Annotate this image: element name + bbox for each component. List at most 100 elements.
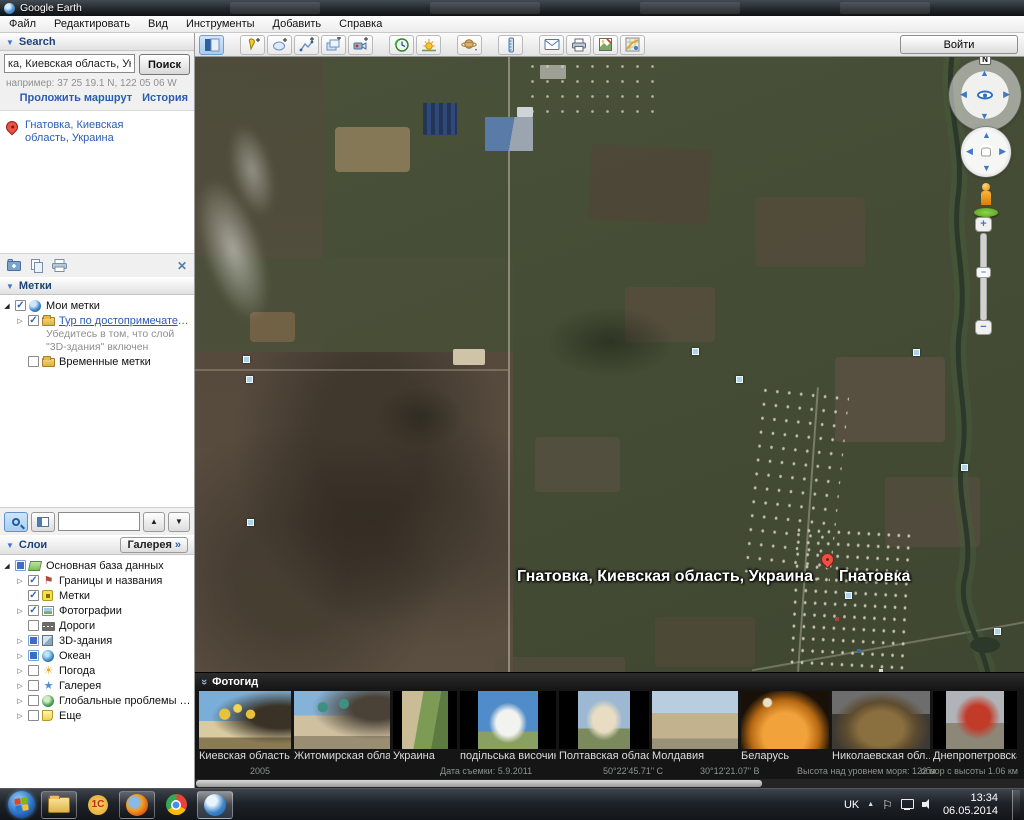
photo-label[interactable]: Житомирская обла... (294, 750, 390, 765)
previous-result-button[interactable]: ▲ (143, 512, 165, 532)
look-left-arrow-icon[interactable]: ◀ (960, 90, 967, 99)
tour-link[interactable]: Тур по достопримечательнос (59, 315, 194, 327)
print-icon[interactable] (52, 259, 67, 272)
layer-row-ocean[interactable]: ▷ Океан (2, 648, 194, 663)
layer-label[interactable]: Еще (59, 710, 81, 722)
layer-row-3d-buildings[interactable]: ▷ 3D-здания (2, 633, 194, 648)
photo-icon[interactable] (961, 464, 968, 471)
taskbar-clock[interactable]: 13:34 06.05.2014 (943, 792, 998, 818)
sign-in-button[interactable]: Войти (900, 35, 1018, 54)
photo-label[interactable]: Беларусь (741, 750, 829, 765)
move-left-arrow-icon[interactable]: ◀ (966, 147, 973, 156)
network-icon[interactable] (901, 799, 914, 810)
photo-thumbnail[interactable] (559, 691, 649, 749)
toggle-sidebar-button[interactable] (199, 35, 224, 55)
expander-icon[interactable]: ▷ (15, 652, 25, 660)
layer-row-gallery[interactable]: ▷ ★ Галерея (2, 678, 194, 693)
expander-icon[interactable]: ▷ (15, 712, 25, 720)
expander-icon[interactable]: ◢ (2, 562, 12, 570)
tree-label[interactable]: Временные метки (59, 356, 151, 368)
collapse-triangle-icon[interactable]: ▼ (6, 282, 14, 291)
checkbox-roads[interactable] (28, 620, 39, 631)
expander-icon[interactable]: ◢ (2, 302, 12, 310)
expander-icon[interactable]: ▷ (15, 607, 25, 615)
checkbox-more[interactable] (28, 710, 39, 721)
tray-up-arrow-icon[interactable]: ▲ (867, 801, 874, 808)
photo-label[interactable]: Полтавская область (559, 750, 649, 765)
add-polygon-button[interactable] (267, 35, 292, 55)
pegman[interactable] (971, 183, 1001, 217)
photo-thumbnail[interactable] (741, 691, 829, 749)
add-to-places-icon[interactable] (7, 259, 22, 272)
action-center-flag-icon[interactable]: ⚐ (882, 798, 893, 812)
show-desktop-button[interactable] (1012, 790, 1020, 820)
search-panel-header[interactable]: ▼ Search (0, 33, 194, 51)
layer-row-roads[interactable]: Дороги (2, 618, 194, 633)
look-up-arrow-icon[interactable]: ▲ (980, 69, 989, 78)
ruler-button[interactable] (498, 35, 523, 55)
add-image-overlay-button[interactable] (321, 35, 346, 55)
copy-icon[interactable] (31, 259, 43, 273)
checkbox-tour[interactable]: ✓ (28, 315, 39, 326)
toggle-columns-button[interactable] (31, 512, 55, 532)
filter-input[interactable] (58, 512, 140, 531)
menu-help[interactable]: Справка (330, 16, 391, 32)
move-right-arrow-icon[interactable]: ▶ (999, 147, 1006, 156)
expander-icon[interactable]: ▷ (15, 667, 25, 675)
map-3d-view[interactable]: Гнатовка, Киевская область, Украина Гнат… (195, 57, 1024, 788)
photo-thumbnail[interactable] (460, 691, 556, 749)
taskbar-chrome-button[interactable] (158, 791, 194, 819)
checkbox-3d-buildings[interactable] (28, 635, 39, 646)
email-button[interactable] (539, 35, 564, 55)
photo-label[interactable]: Украина (393, 750, 457, 765)
photo-icon[interactable] (736, 376, 743, 383)
search-places-button[interactable] (4, 512, 28, 532)
taskbar-google-earth-button[interactable] (197, 791, 233, 819)
compass-north-label[interactable]: N (979, 57, 991, 65)
photo-icon[interactable] (845, 592, 852, 599)
photo-label[interactable]: Молдавия (652, 750, 738, 765)
add-path-button[interactable] (294, 35, 319, 55)
zoom-slider[interactable]: + − − (974, 217, 994, 335)
menu-view[interactable]: Вид (139, 16, 177, 32)
expander-icon[interactable]: ▷ (15, 317, 25, 325)
photo-icon[interactable] (994, 628, 1001, 635)
speaker-icon[interactable] (922, 799, 935, 810)
checkbox-my-places[interactable]: ✓ (15, 300, 26, 311)
get-directions-link[interactable]: Проложить маршрут (20, 92, 132, 104)
layer-row-primary-database[interactable]: ◢ Основная база данных (2, 558, 194, 573)
photo-icon[interactable] (246, 376, 253, 383)
checkbox-temporary-places[interactable] (28, 356, 39, 367)
photo-label[interactable]: Днепропетровска... (933, 750, 1017, 765)
planets-button[interactable] (457, 35, 482, 55)
layer-label[interactable]: Погода (59, 665, 95, 677)
photo-icon[interactable] (692, 348, 699, 355)
checkbox-borders[interactable]: ✓ (28, 575, 39, 586)
zoom-in-button[interactable]: + (975, 217, 992, 232)
checkbox-labels[interactable]: ✓ (28, 590, 39, 601)
move-up-arrow-icon[interactable]: ▲ (982, 131, 991, 140)
start-button[interactable] (8, 791, 35, 818)
taskbar-1c-button[interactable]: 1С (80, 791, 116, 819)
tree-row-temporary-places[interactable]: Временные метки (2, 354, 194, 369)
photo-label[interactable]: Киевская область (199, 750, 291, 765)
look-right-arrow-icon[interactable]: ▶ (1003, 90, 1010, 99)
layer-row-borders[interactable]: ▷ ✓ ⚑ Границы и названия (2, 573, 194, 588)
zoom-handle[interactable]: − (976, 267, 991, 278)
tree-row-my-places[interactable]: ◢ ✓ Мои метки (2, 298, 194, 313)
menu-tools[interactable]: Инструменты (177, 16, 264, 32)
historical-imagery-button[interactable] (389, 35, 414, 55)
layer-label[interactable]: Галерея (59, 680, 101, 692)
taskbar-firefox-button[interactable] (119, 791, 155, 819)
tree-label[interactable]: Мои метки (46, 300, 100, 312)
collapse-triangle-icon[interactable]: ▼ (6, 541, 14, 550)
layer-row-labels[interactable]: ✓ Метки (2, 588, 194, 603)
layer-row-global-awareness[interactable]: ▷ Глобальные проблемы и и... (2, 693, 194, 708)
photo-thumbnail[interactable] (933, 691, 1017, 749)
scrollbar-thumb[interactable] (196, 780, 762, 787)
expander-icon[interactable]: ▷ (15, 697, 25, 705)
layer-label[interactable]: 3D-здания (59, 635, 112, 647)
photo-label[interactable]: подільська височина (460, 750, 556, 765)
layer-label[interactable]: Границы и названия (59, 575, 162, 587)
tree-row-tour[interactable]: ▷ ✓ Тур по достопримечательнос (2, 313, 194, 328)
